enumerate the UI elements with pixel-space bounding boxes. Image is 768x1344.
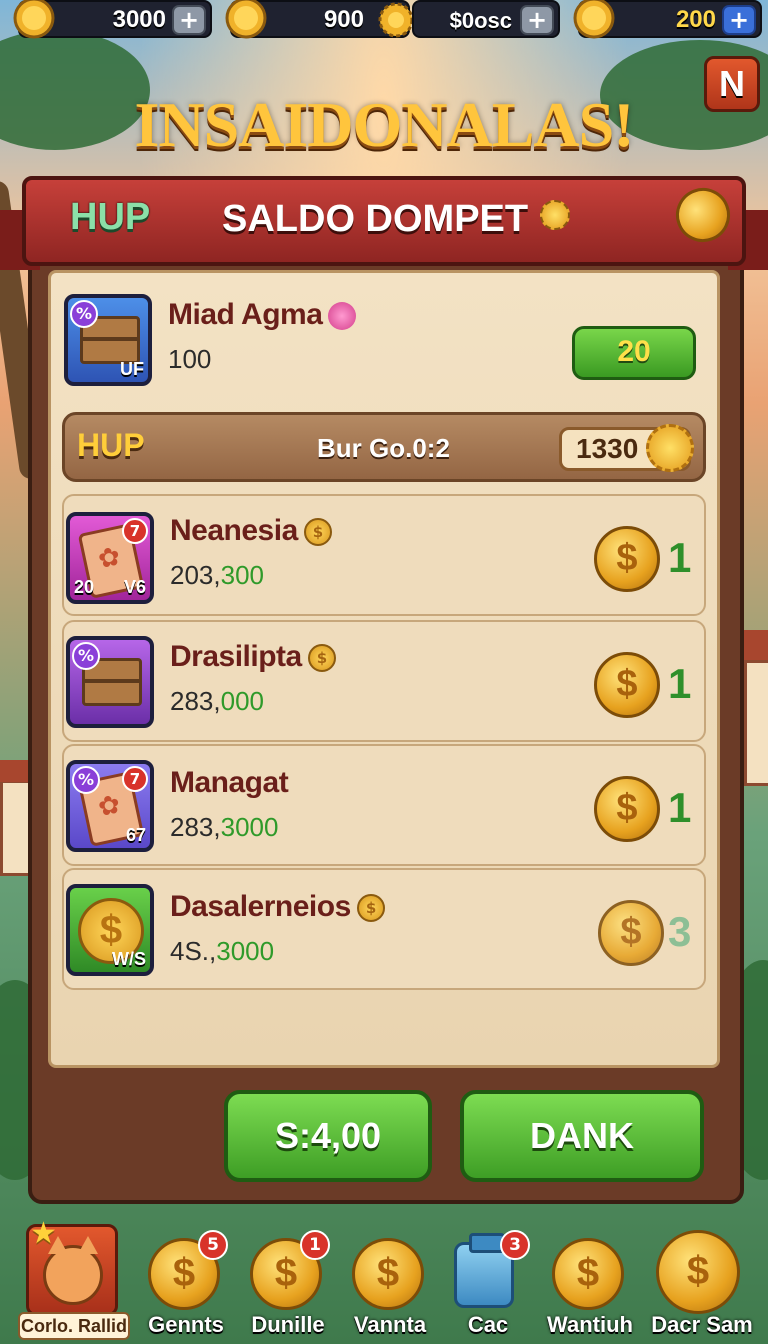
resource-coins: 900 [225, 0, 414, 39]
gold-coin-icon [225, 0, 267, 39]
profile-label: Corlo. Rallid [18, 1312, 130, 1340]
nav-badge: 3 [500, 1230, 530, 1260]
coin-pack-icon: $ W/S [66, 884, 154, 976]
nav-label: Wantiuh [547, 1312, 633, 1337]
panel-banner: HUP SALDO DOMPET [0, 170, 768, 274]
fox-avatar-icon [43, 1236, 103, 1305]
gold-value: 3000 [112, 6, 166, 33]
nav-label: Dacr Sam [651, 1312, 753, 1337]
list-item[interactable]: % Drasilipta $ 283,000 $ 1 [62, 620, 706, 742]
dollar-coin-icon: $ [594, 652, 660, 718]
hup-bar: HUP Bur Go.0:2 1330 [62, 412, 706, 482]
icon-tag-left: 20 [74, 577, 95, 597]
icon-tag: W/S [112, 949, 146, 969]
coins-value: 900 [323, 6, 364, 33]
flower-icon [328, 302, 357, 331]
list-item[interactable]: 7 20 V6 Neanesia$ 203,300 $ 1 [62, 494, 706, 616]
price-button[interactable]: S:4,00 [224, 1090, 432, 1182]
reward-count: 1 [668, 784, 692, 831]
crate-icon: % [66, 636, 154, 728]
card-icon: % 7 67 [66, 760, 154, 852]
gold-coin-icon [573, 0, 615, 39]
count-badge: 7 [122, 518, 148, 544]
list-item[interactable]: % 7 67 Managat 283,3000 $ 1 [62, 744, 706, 866]
item-amount: 100 [168, 344, 212, 374]
nav-badge: 1 [300, 1230, 330, 1260]
item-name: Dasalerneios $ [170, 890, 385, 924]
dollar-coin-icon: $ [594, 776, 660, 842]
featured-buy-button[interactable]: 20 [572, 326, 696, 380]
reward-count: 1 [668, 534, 692, 581]
small-coin-icon: $ [356, 894, 385, 923]
nav-badge: 5 [198, 1230, 228, 1260]
nav-item-cac[interactable]: 3 Cac [438, 1226, 538, 1344]
icon-tag: V6 [123, 577, 146, 597]
item-amount: 283,000 [170, 686, 264, 716]
dollar-coin-icon: $ [594, 526, 660, 592]
hup-label: HUP [77, 427, 145, 463]
nav-item-vannta[interactable]: $ Vannta [340, 1226, 440, 1344]
gems-value: 200 [675, 6, 716, 33]
item-name: Neanesia $ [170, 514, 332, 548]
nav-item-dunille[interactable]: $ 1 Dunille [238, 1226, 338, 1344]
dollar-coin-icon: $ [598, 900, 664, 966]
item-name: Managat [170, 766, 289, 799]
cash-value: $0osc [449, 8, 512, 33]
small-coin-icon: $ [303, 518, 332, 547]
dollar-coin-icon: $ [656, 1230, 740, 1314]
resource-bar: 3000 + 900 $0osc + 200 + [0, 0, 768, 44]
small-coin-icon: $ [307, 644, 336, 673]
dollar-coin-icon: $ [552, 1238, 624, 1310]
gear-coin-icon [540, 200, 570, 230]
discount-badge-icon: % [72, 766, 100, 794]
gear-coin-icon [646, 424, 694, 472]
hup-balance: 1330 [559, 424, 694, 472]
nav-item-gennts[interactable]: $ 5 Gennts [136, 1226, 236, 1344]
card-icon: 7 20 V6 [66, 512, 154, 604]
game-title: INSAIDONALAS! [134, 89, 634, 160]
crate-icon: % UF [64, 294, 152, 386]
item-name: Drasilipta $ [170, 640, 336, 674]
count-badge: 7 [122, 766, 148, 792]
resource-gold: 3000 + [13, 0, 212, 39]
banner-hup-label: HUP [70, 196, 151, 238]
item-amount: 4S.,3000 [170, 936, 275, 966]
list-item[interactable]: $ W/S Dasalerneios $ 4S.,3000 $ 3 [62, 868, 706, 990]
star-icon: ★ [30, 1216, 57, 1251]
discount-badge-icon: % [72, 642, 100, 670]
item-name: Miad Agma [168, 298, 357, 332]
reward-count: 3 [668, 908, 692, 955]
banner-title: SALDO DOMPET [222, 198, 529, 240]
nav-item-wantiuh[interactable]: $ Wantiuh [540, 1226, 640, 1344]
nav-item-dacr-sam[interactable]: $ Dacr Sam [651, 1226, 753, 1344]
gold-coin-icon [13, 0, 55, 39]
add-gems-button[interactable]: + [722, 5, 756, 35]
dollar-coin-icon: $ [352, 1238, 424, 1310]
dank-button[interactable]: DANK [460, 1090, 704, 1182]
item-amount: 203,300 [170, 560, 264, 590]
icon-tag: UF [120, 359, 144, 379]
item-amount: 283,3000 [170, 812, 279, 842]
resource-gems: 200 + [573, 0, 762, 39]
resource-cash: $0osc + [412, 0, 560, 38]
add-gold-button[interactable]: + [172, 5, 206, 35]
discount-badge-icon: % [70, 300, 98, 328]
hup-status: Bur Go.0:2 [317, 433, 450, 463]
gear-coin-icon [378, 2, 414, 38]
reward-count: 1 [668, 660, 692, 707]
icon-tag: 67 [125, 825, 146, 845]
add-cash-button[interactable]: + [520, 5, 554, 35]
